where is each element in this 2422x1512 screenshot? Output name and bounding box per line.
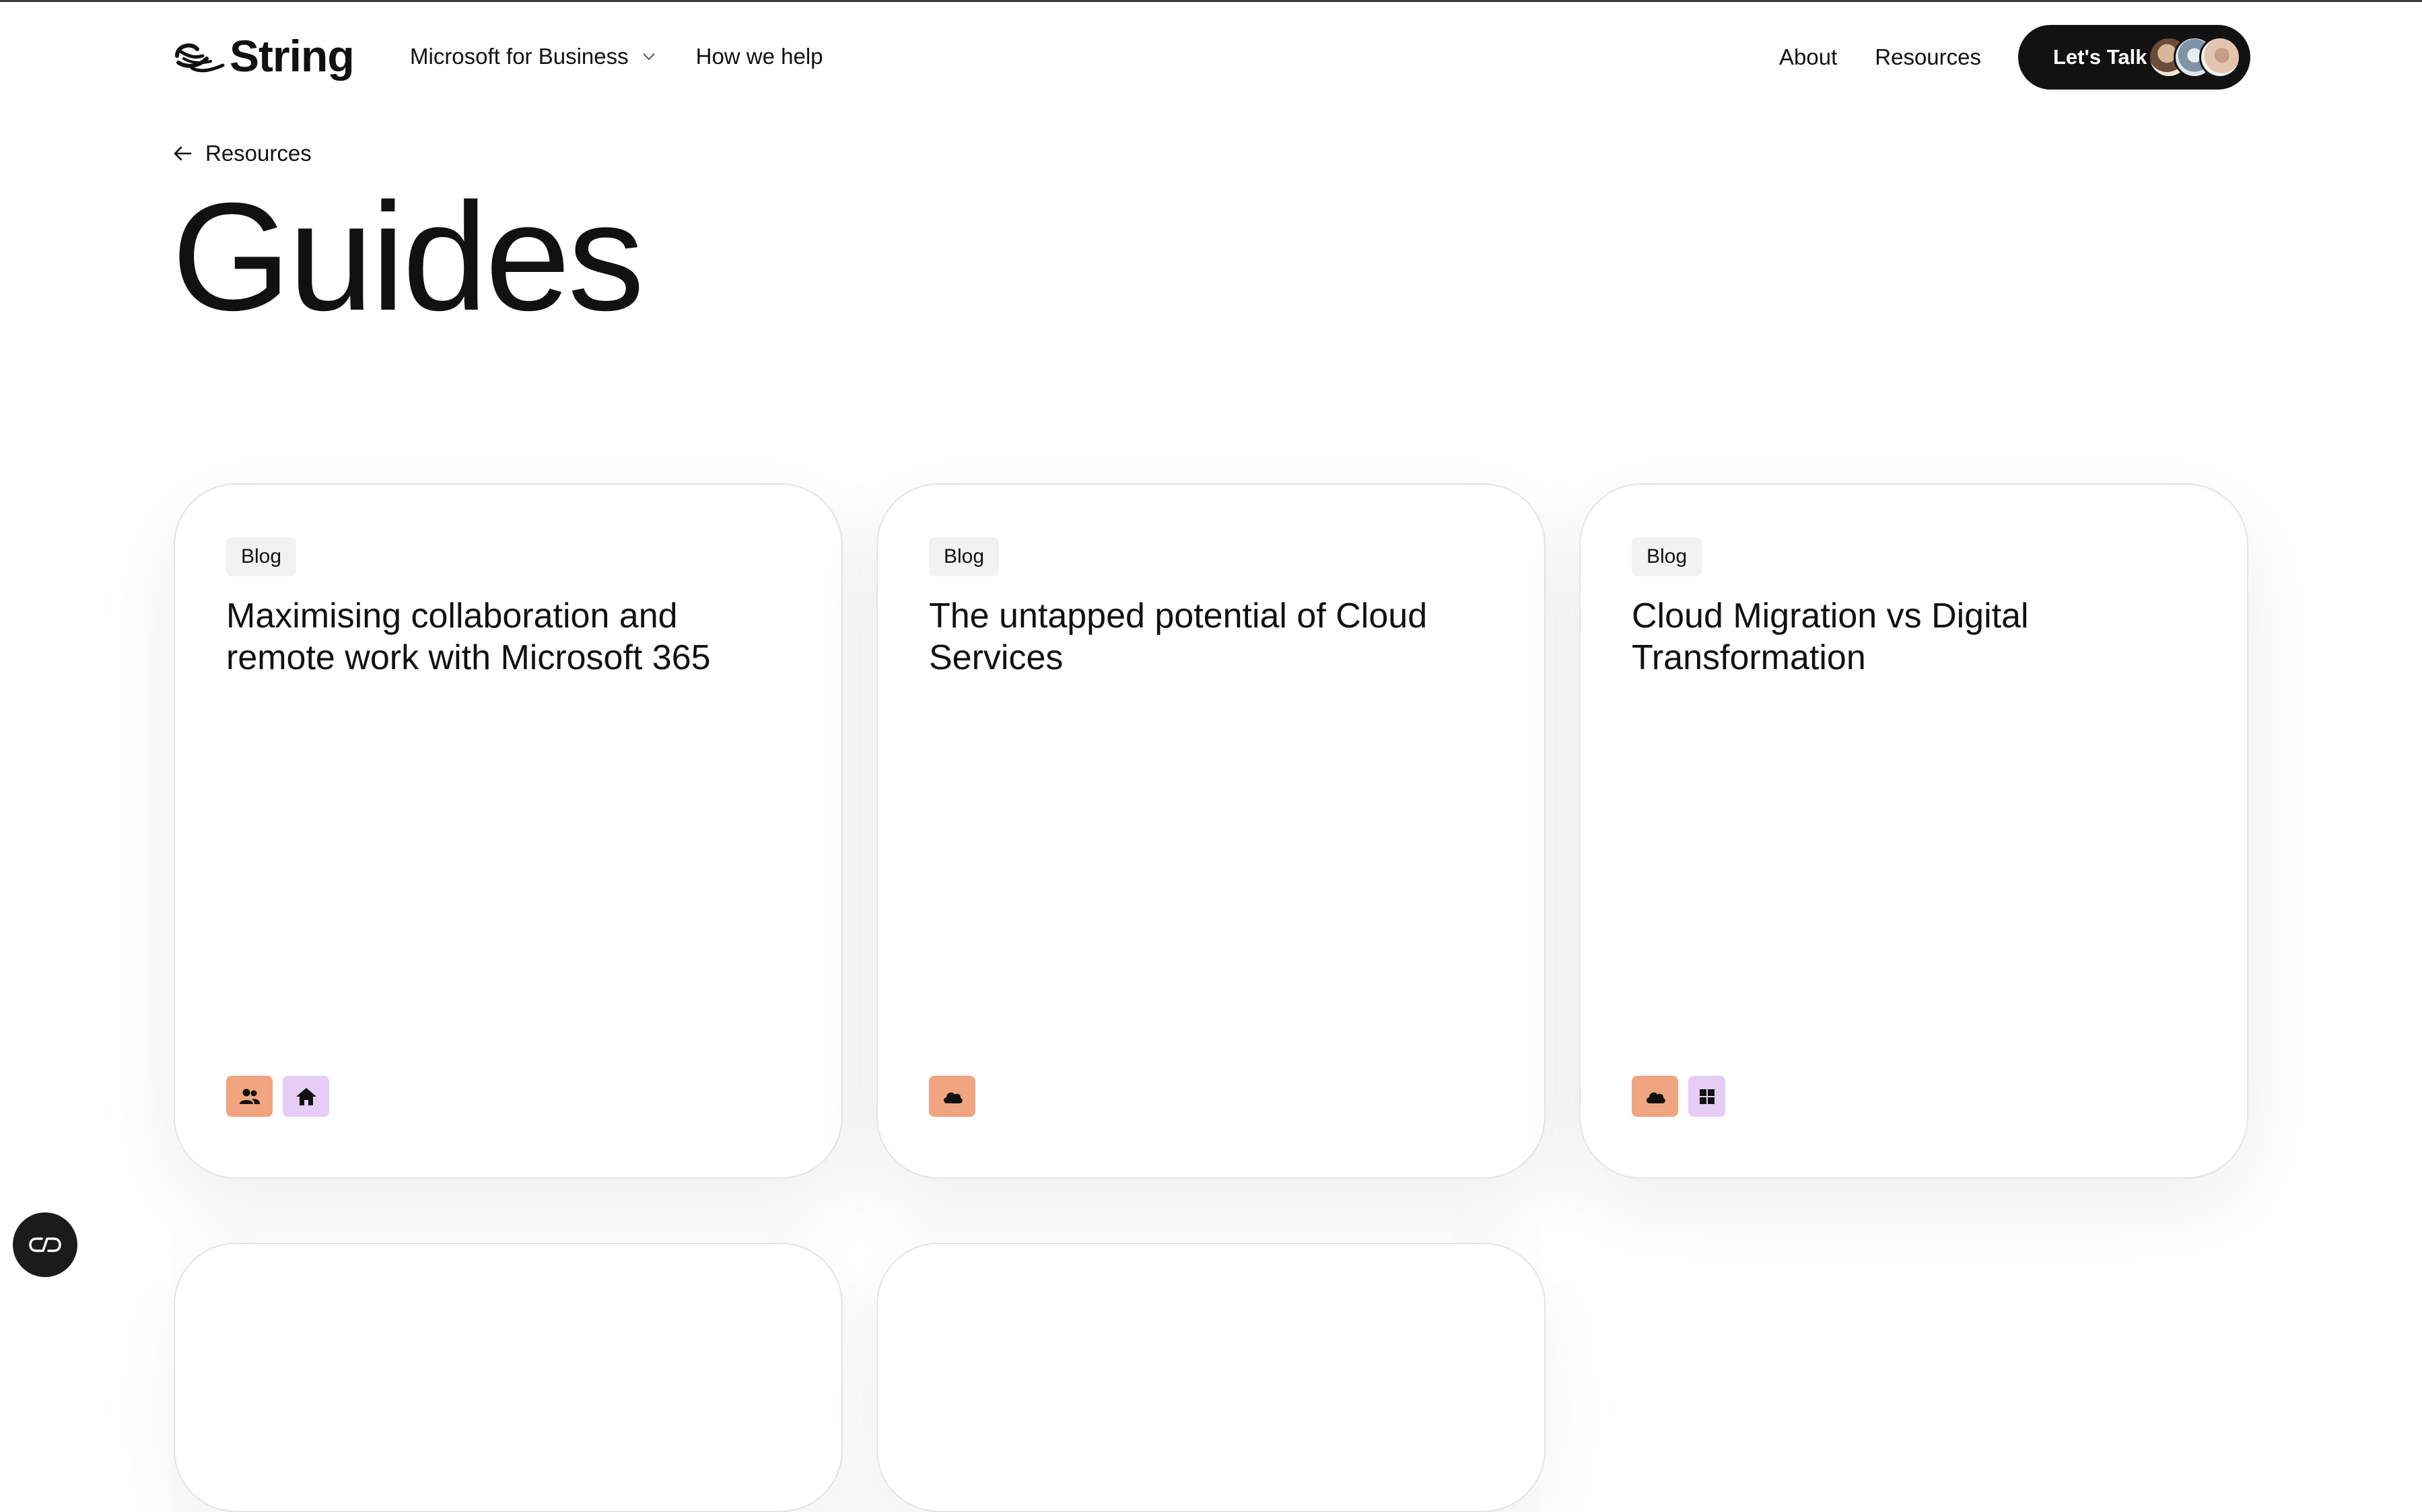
arrow-left-icon	[174, 146, 192, 161]
nav-how-we-help[interactable]: How we help	[696, 44, 823, 69]
guide-card[interactable]: Blog Maximising collaboration and remote…	[174, 483, 843, 1179]
card-title: The untapped potential of Cloud Services	[929, 596, 1428, 677]
avatar	[2199, 36, 2241, 78]
tag-cloud	[1632, 1076, 1678, 1117]
cookie-settings-button[interactable]	[13, 1212, 77, 1277]
tag-people	[226, 1076, 273, 1117]
guide-card[interactable]	[876, 1243, 1546, 1512]
card-tags	[929, 1076, 985, 1117]
category-badge: Blog	[226, 537, 297, 576]
team-avatars	[2148, 36, 2241, 78]
breadcrumb-label: Resources	[205, 141, 312, 166]
card-title: Cloud Migration vs Digital Transformatio…	[1632, 596, 2029, 677]
chevron-down-icon	[642, 53, 655, 61]
nav-microsoft-for-business[interactable]: Microsoft for Business	[410, 44, 657, 69]
site-header: String Microsoft for Business How we hel…	[0, 2, 2422, 110]
guide-card[interactable]: Blog Cloud Migration vs Digital Transfor…	[1579, 483, 2248, 1179]
card-tags	[226, 1076, 339, 1117]
nav-resources[interactable]: Resources	[1875, 44, 1981, 70]
card-title: Maximising collaboration and remote work…	[226, 596, 711, 677]
nav-about[interactable]: About	[1779, 44, 1837, 70]
category-badge: Blog	[929, 537, 1000, 576]
page-title: Guides	[172, 172, 644, 343]
cloud-icon	[943, 1092, 963, 1103]
secondary-nav: About Resources Let's Talk	[1779, 25, 2250, 90]
nav-microsoft-for-business-label: Microsoft for Business	[410, 44, 629, 69]
cloud-icon	[1646, 1092, 1665, 1103]
guide-card[interactable]	[174, 1243, 843, 1512]
tag-home	[283, 1076, 329, 1117]
guide-card[interactable]: Blog The untapped potential of Cloud Ser…	[876, 483, 1546, 1179]
cookie-preferences-icon	[29, 1237, 61, 1252]
lets-talk-button[interactable]: Let's Talk	[2018, 25, 2250, 90]
category-badge: Blog	[1632, 537, 1702, 576]
home-icon	[296, 1087, 316, 1105]
tag-cloud	[929, 1076, 975, 1117]
string-logo-icon	[175, 43, 225, 73]
logo[interactable]: String	[172, 31, 355, 81]
card-tags	[1632, 1076, 1735, 1117]
primary-nav: Microsoft for Business How we help	[410, 40, 823, 73]
people-icon	[239, 1089, 260, 1104]
logo-text: String	[230, 31, 355, 81]
back-to-resources-link[interactable]: Resources	[172, 140, 312, 167]
tag-windows	[1688, 1076, 1725, 1117]
lets-talk-label: Let's Talk	[2053, 45, 2147, 69]
windows-icon	[1699, 1089, 1715, 1104]
